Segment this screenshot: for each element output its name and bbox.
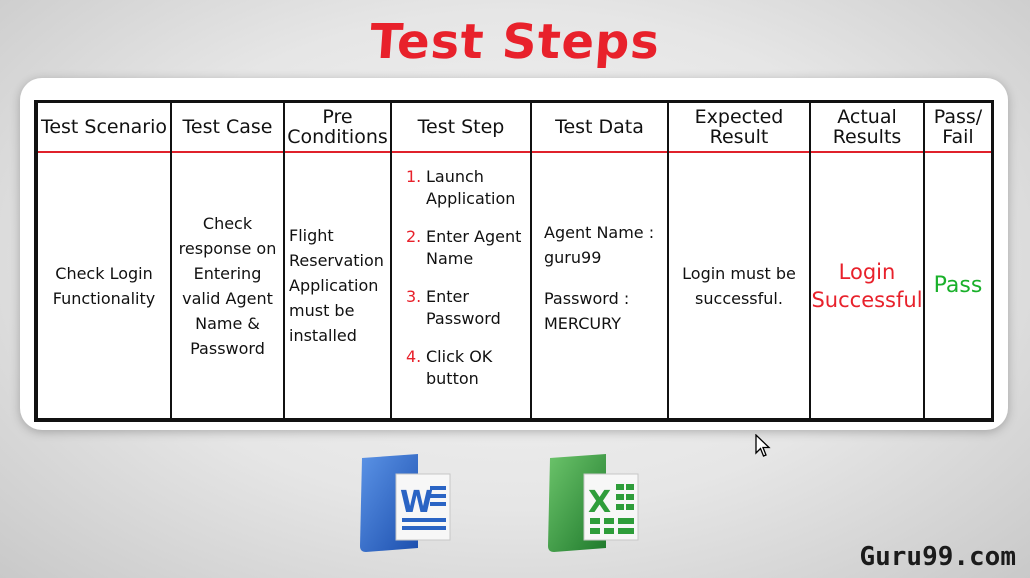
step-item: 2. Enter Agent Name	[406, 226, 526, 270]
step-number: 1.	[406, 166, 422, 186]
column-test-scenario: Test Scenario Check Login Functionality	[38, 103, 172, 418]
header-test-case: Test Case	[172, 103, 283, 153]
header-pass-fail: Pass/ Fail	[925, 103, 991, 153]
svg-text:X: X	[588, 485, 611, 520]
step-text: Enter Agent Name	[426, 226, 522, 268]
cell-pre-conditions: Flight Reservation Application must be i…	[289, 226, 384, 345]
header-test-scenario: Test Scenario	[38, 103, 170, 153]
cell-expected-result: Login must be successful.	[682, 263, 796, 308]
cell-test-step: 1. Launch Application 2. Enter Agent Nam…	[392, 153, 530, 418]
header-test-step: Test Step	[392, 103, 530, 153]
test-steps-table: Test Scenario Check Login Functionality …	[34, 100, 994, 422]
password-value: Password : MERCURY	[544, 288, 630, 333]
column-test-case: Test Case Check response on Entering val…	[172, 103, 285, 418]
excel-icon: X	[544, 452, 642, 556]
step-text: Launch Application	[426, 166, 516, 208]
page-title: Test Steps	[367, 14, 663, 70]
agent-name-value: Agent Name : guru99	[544, 222, 655, 267]
step-number: 4.	[406, 346, 422, 366]
step-number: 3.	[406, 286, 422, 306]
header-test-data: Test Data	[532, 103, 667, 153]
cell-test-scenario: Check Login Functionality	[52, 263, 156, 308]
cell-test-data: Agent Name : guru99 Password : MERCURY	[532, 153, 667, 418]
word-icon: W	[356, 452, 454, 556]
cursor-icon	[755, 433, 771, 462]
step-item: 4. Click OK button	[406, 346, 526, 390]
cell-test-case: Check response on Entering valid Agent N…	[178, 213, 277, 358]
step-number: 2.	[406, 226, 422, 246]
step-item: 1. Launch Application	[406, 166, 526, 210]
column-test-data: Test Data Agent Name : guru99 Password :…	[532, 103, 669, 418]
cell-pass-fail: Pass	[933, 273, 983, 298]
step-text: Enter Password	[426, 286, 501, 328]
cell-actual-results: Login Successful	[811, 259, 923, 312]
column-pass-fail: Pass/ Fail Pass	[925, 103, 991, 418]
brand-watermark: Guru99.com	[859, 542, 1016, 572]
column-actual-results: Actual Results Login Successful	[811, 103, 925, 418]
step-item: 3. Enter Password	[406, 286, 526, 330]
step-text: Click OK button	[426, 346, 493, 388]
steps-list: 1. Launch Application 2. Enter Agent Nam…	[396, 166, 526, 406]
column-expected-result: Expected Result Login must be successful…	[669, 103, 811, 418]
svg-text:W: W	[400, 485, 433, 520]
column-test-step: Test Step 1. Launch Application 2. Enter…	[392, 103, 532, 418]
header-actual-results: Actual Results	[811, 103, 923, 153]
test-data-block: Agent Name : guru99 Password : MERCURY	[536, 220, 663, 352]
header-pre-conditions: Pre Conditions	[285, 103, 390, 153]
header-expected-result: Expected Result	[669, 103, 809, 153]
column-pre-conditions: Pre Conditions Flight Reservation Applic…	[285, 103, 392, 418]
